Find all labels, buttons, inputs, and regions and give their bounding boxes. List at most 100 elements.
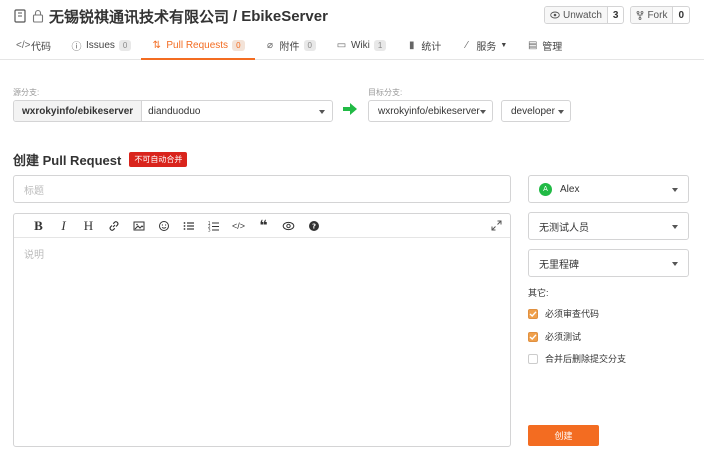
tab-code[interactable]: </> 代码 <box>6 33 61 60</box>
tab-wiki[interactable]: ▭ Wiki 1 <box>326 33 396 60</box>
code-icon: </> <box>16 40 31 51</box>
form-heading-row: 创建 Pull Request 不可自动合并 <box>13 150 188 169</box>
tester-value: 无测试人员 <box>539 222 589 234</box>
fork-label: Fork <box>647 9 668 21</box>
tab-badge: 0 <box>303 40 316 51</box>
merge-status-badge: 不可自动合并 <box>129 152 188 167</box>
caret-down-icon <box>558 110 564 114</box>
option-label: 必须测试 <box>545 332 582 342</box>
image-icon[interactable] <box>126 214 151 238</box>
heading-icon[interactable]: H <box>76 214 101 238</box>
settings-icon: ▤ <box>528 40 538 51</box>
checkbox-checked-icon[interactable] <box>528 308 538 319</box>
tab-attachments[interactable]: ⌀ 附件 0 <box>255 33 326 60</box>
assignee-value: Alex <box>560 183 580 195</box>
caret-down-icon <box>480 110 486 114</box>
branch-selector-row: 源分支: wxrokyinfo/ebikeserver dianduoduo 目… <box>13 85 693 125</box>
assignee-dropdown[interactable]: A Alex <box>528 175 689 203</box>
issue-icon: ⓘ <box>71 42 82 53</box>
repo-title: 无锡锐祺通讯技术有限公司 / EbikeServer <box>13 6 328 26</box>
watch-label: Unwatch <box>562 9 602 21</box>
description-textarea[interactable]: 说明 <box>14 238 510 269</box>
tab-pull-requests[interactable]: ⇅ Pull Requests 0 <box>141 33 255 60</box>
page-title: 创建 Pull Request <box>13 153 122 168</box>
italic-icon[interactable]: I <box>51 214 76 238</box>
source-branch-dropdown[interactable]: dianduoduo <box>142 101 332 121</box>
source-branch-label: 源分支: <box>13 88 40 97</box>
code-icon[interactable]: </> <box>226 214 251 238</box>
milestone-value: 无里程碑 <box>539 259 579 271</box>
title-input[interactable]: 标题 <box>13 175 511 203</box>
fork-count[interactable]: 0 <box>672 7 689 23</box>
option-label: 必须审查代码 <box>545 309 600 319</box>
watch-count[interactable]: 3 <box>606 7 624 23</box>
source-branch-selector[interactable]: wxrokyinfo/ebikeserver dianduoduo <box>13 100 333 122</box>
require-test-checkbox[interactable]: 必须测试 <box>528 330 581 343</box>
tab-stats[interactable]: ▮ 统计 <box>396 33 451 60</box>
fork-button[interactable]: Fork 0 <box>630 6 690 24</box>
milestone-dropdown[interactable]: 无里程碑 <box>528 249 689 277</box>
lock-icon <box>31 9 45 23</box>
target-branch-dropdown[interactable]: developer <box>501 100 571 122</box>
target-branch-value: developer <box>511 105 555 117</box>
tab-services[interactable]: ⁄ 服务 ▼ <box>451 33 517 60</box>
tab-settings[interactable]: ▤ 管理 <box>517 33 572 60</box>
tab-label: 统计 <box>421 42 442 53</box>
bold-icon[interactable]: B <box>26 214 51 238</box>
watch-button[interactable]: Unwatch 3 <box>543 6 625 24</box>
editor-toolbar: B I H 123 </> ❝ ? <box>14 214 510 238</box>
emoji-icon[interactable] <box>151 214 176 238</box>
require-review-checkbox[interactable]: 必须审查代码 <box>528 307 599 320</box>
pulse-icon: ⁄ <box>465 40 468 51</box>
checkbox-unchecked-icon[interactable] <box>528 353 538 364</box>
tab-label: 服务 <box>476 42 497 53</box>
repo-name-link[interactable]: EbikeServer <box>241 8 328 25</box>
chevron-down-icon: ▼ <box>500 42 508 49</box>
caret-down-icon <box>672 225 678 229</box>
svg-text:?: ? <box>311 222 315 230</box>
fullscreen-icon[interactable] <box>491 220 502 234</box>
avatar: A <box>539 182 552 196</box>
caret-down-icon <box>319 110 325 114</box>
svg-text:3: 3 <box>208 227 211 232</box>
help-icon[interactable]: ? <box>301 214 326 238</box>
bullet-list-icon[interactable] <box>176 214 201 238</box>
tab-badge: 0 <box>232 40 245 51</box>
preview-eye-icon[interactable] <box>276 214 301 238</box>
create-button[interactable]: 创建 <box>528 425 599 446</box>
tab-label: Wiki <box>350 40 370 51</box>
tester-dropdown[interactable]: 无测试人员 <box>528 212 689 240</box>
tab-issues[interactable]: ⓘ Issues 0 <box>61 33 141 60</box>
tab-label: Pull Requests <box>166 40 229 51</box>
tab-badge: 1 <box>373 40 387 51</box>
link-icon[interactable] <box>101 214 126 238</box>
source-repo: wxrokyinfo/ebikeserver <box>14 101 143 121</box>
tab-label: 代码 <box>31 42 51 53</box>
quote-icon[interactable]: ❝ <box>251 214 276 238</box>
other-options-label: 其它: <box>528 288 549 298</box>
repo-icon <box>13 9 27 23</box>
repo-separator: / <box>233 7 238 25</box>
bar-chart-icon: ▮ <box>409 40 415 51</box>
repo-owner-link[interactable]: 无锡锐祺通讯技术有限公司 <box>49 6 229 27</box>
target-repo-value: wxrokyinfo/ebikeserver <box>378 105 480 117</box>
source-branch-value: dianduoduo <box>148 105 201 117</box>
tab-label: 附件 <box>279 42 300 53</box>
arrow-right-icon <box>343 103 357 118</box>
delete-branch-checkbox[interactable]: 合并后删除提交分支 <box>528 352 626 365</box>
eye-icon <box>550 11 560 19</box>
caret-down-icon <box>672 262 678 266</box>
repo-tabs: </> 代码 ⓘ Issues 0 ⇅ Pull Requests 0 ⌀ 附件… <box>6 33 572 60</box>
numbered-list-icon[interactable]: 123 <box>201 214 226 238</box>
book-icon: ▭ <box>336 40 347 51</box>
tab-label: Issues <box>86 40 115 51</box>
fork-icon <box>637 10 644 20</box>
tab-badge: 0 <box>118 40 132 51</box>
option-label: 合并后删除提交分支 <box>545 354 627 364</box>
repo-header: 无锡锐祺通讯技术有限公司 / EbikeServer Unwatch 3 For… <box>0 0 704 60</box>
checkbox-checked-icon[interactable] <box>528 331 538 342</box>
caret-down-icon <box>672 188 678 192</box>
target-repo-dropdown[interactable]: wxrokyinfo/ebikeserver <box>368 100 493 122</box>
tab-label: 管理 <box>542 42 563 53</box>
target-branch-label: 目标分支: <box>368 88 403 97</box>
